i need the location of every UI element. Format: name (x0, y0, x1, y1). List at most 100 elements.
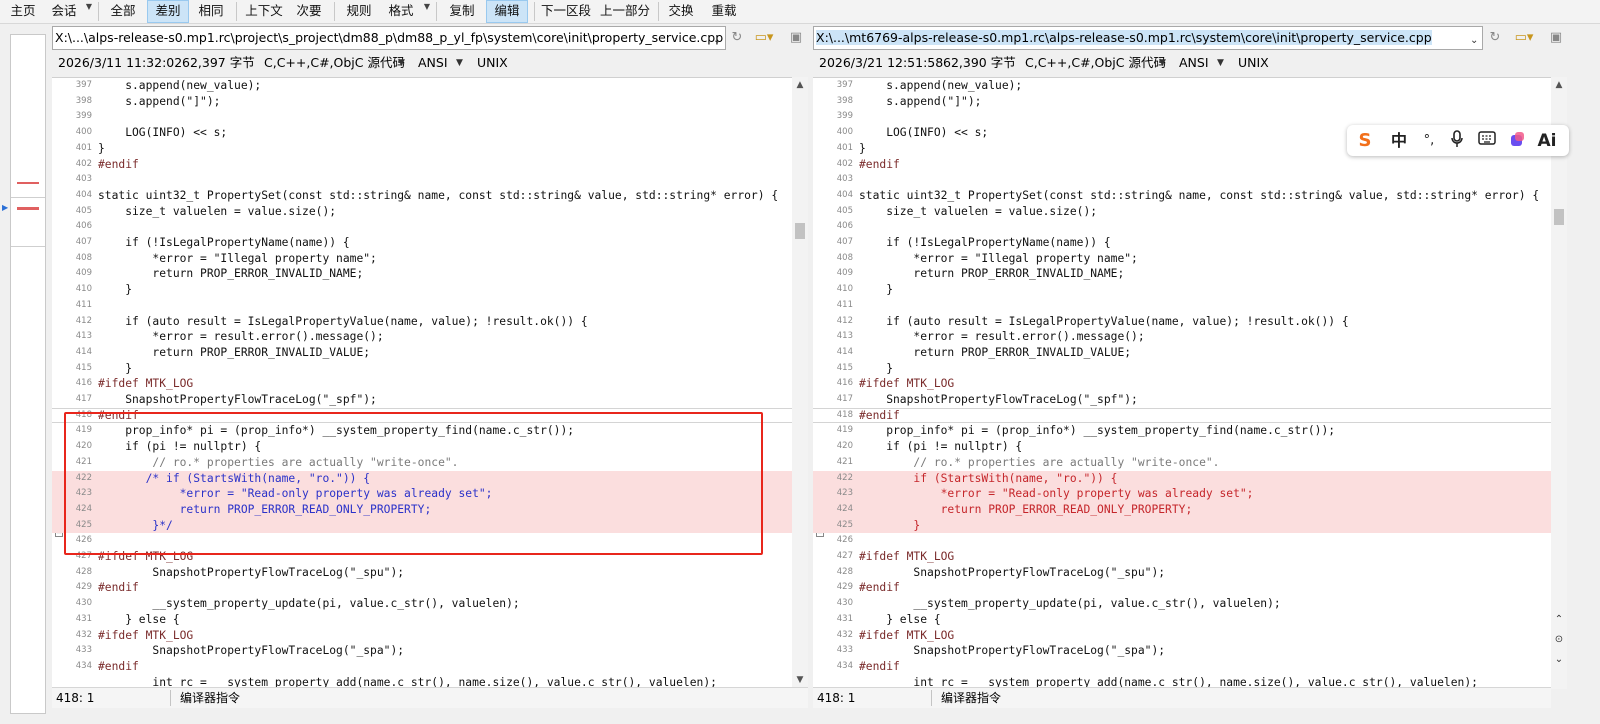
line-text: #endif (98, 157, 139, 171)
line-text: // ro.* properties are actually "write-o… (98, 455, 459, 469)
line-number: 419 (75, 425, 92, 436)
right-save-icon[interactable]: ▣ (1547, 30, 1565, 46)
format-dropdown-icon[interactable]: ▼ (422, 0, 432, 23)
left-save-icon[interactable]: ▣ (787, 30, 805, 46)
line-text: } (859, 283, 894, 297)
code-line: 433 SnapshotPropertyFlowTraceLog("_spa")… (813, 643, 1551, 659)
right-open-folder-icon[interactable]: ▭▾ (1510, 30, 1538, 46)
diffs-button[interactable]: 差别 (147, 0, 189, 23)
code-line: 418 #endif (52, 408, 792, 424)
left-open-folder-icon[interactable]: ▭▾ (750, 30, 778, 46)
line-text: s.append(new_value); (859, 79, 1023, 92)
code-line: 424 return PROP_ERROR_READ_ONLY_PROPERTY… (813, 501, 1551, 518)
copy-button[interactable]: 复制 (442, 0, 482, 23)
left-format-dropdown-icon[interactable]: ▼ (398, 52, 405, 74)
line-text: return PROP_ERROR_INVALID_NAME; (98, 267, 364, 281)
line-number: 413 (75, 331, 92, 342)
line-text: if (auto result = IsLegalPropertyValue(n… (98, 314, 588, 328)
code-line: 427 #ifdef MTK_LOG (813, 549, 1551, 565)
keyboard-icon[interactable] (1475, 130, 1499, 152)
line-number: 398 (836, 95, 853, 106)
right-encoding[interactable]: ANSI (1179, 52, 1209, 74)
left-format[interactable]: C,C++,C#,ObjC 源代码 (264, 52, 405, 74)
code-line: 432 #ifdef MTK_LOG (813, 628, 1551, 644)
reload-button[interactable]: 重载 (704, 0, 744, 23)
left-path-dropdown-icon[interactable]: ⌄ (713, 36, 721, 46)
right-reload-icon[interactable]: ↻ (1486, 30, 1504, 46)
line-number: 409 (836, 268, 853, 279)
code-line: 415 } (52, 361, 792, 377)
code-line: 421 // ro.* properties are actually "wri… (813, 455, 1551, 471)
right-format-dropdown-icon[interactable]: ▼ (1159, 52, 1166, 74)
overview-viewport[interactable] (11, 197, 45, 247)
ime-punctuation[interactable]: °, (1417, 130, 1441, 152)
session-dropdown-icon[interactable]: ▼ (84, 0, 94, 23)
zoom-reset-icon[interactable]: ⊙ (1551, 634, 1567, 645)
line-number: 404 (75, 189, 92, 200)
left-vertical-scrollbar[interactable]: ▲ ▼ (792, 77, 808, 689)
code-line: 410 } (52, 282, 792, 298)
code-line: 403 (813, 172, 1551, 188)
line-text: if (auto result = IsLegalPropertyValue(n… (859, 314, 1349, 328)
diff-app: 主页 会话 ▼ 全部 差别 相同 上下文 次要 规则 格式 ▼ 复制 编辑 下一… (0, 0, 1600, 724)
line-number: 434 (75, 660, 92, 671)
right-path-dropdown-icon[interactable]: ⌄ (1470, 36, 1478, 46)
line-text: } else { (859, 612, 941, 626)
line-number: 412 (836, 315, 853, 326)
left-encoding-dropdown-icon[interactable]: ▼ (456, 52, 463, 74)
left-code-view[interactable]: ⇦− 397 s.append(new_value);398 s.append(… (52, 77, 792, 689)
left-encoding[interactable]: ANSI (418, 52, 448, 74)
right-vertical-scrollbar[interactable]: ▲ (1551, 77, 1567, 689)
left-scroll-up-icon[interactable]: ▲ (795, 80, 805, 90)
line-number: 419 (836, 425, 853, 436)
zoom-in-icon[interactable]: ⌃ (1551, 614, 1567, 625)
session-button[interactable]: 会话 (46, 0, 82, 23)
minor-button[interactable]: 次要 (290, 0, 328, 23)
format-button[interactable]: 格式 (382, 0, 420, 23)
left-reload-icon[interactable]: ↻ (728, 30, 746, 46)
line-number: 408 (75, 252, 92, 263)
line-number: 399 (75, 111, 92, 122)
line-text: /* if (StartsWith(name, "ro.")) { (98, 471, 371, 485)
swap-button[interactable]: 交换 (664, 0, 698, 23)
same-button[interactable]: 相同 (192, 0, 230, 23)
right-code-view[interactable]: ⇦− 397 s.append(new_value);398 s.append(… (813, 77, 1551, 689)
code-line: 408 *error = "Illegal property name"; (813, 251, 1551, 267)
right-status-mode: 编译器指令 (941, 691, 1002, 705)
line-number: 401 (75, 142, 92, 153)
zoom-out-icon[interactable]: ⌄ (1551, 654, 1567, 665)
ime-toolbar: S 中 °, Ai (1347, 125, 1569, 156)
code-line: 425 } (813, 517, 1551, 534)
home-button[interactable]: 主页 (4, 0, 42, 23)
code-line: 402 #endif (813, 157, 1551, 173)
line-number: 400 (75, 127, 92, 138)
code-line: 422 if (StartsWith(name, "ro.")) { (813, 470, 1551, 487)
context-button[interactable]: 上下文 (242, 0, 286, 23)
diff-overview[interactable] (10, 34, 46, 714)
next-section-button[interactable]: 下一区段 (538, 0, 594, 23)
line-number: 404 (836, 189, 853, 200)
right-format[interactable]: C,C++,C#,ObjC 源代码 (1025, 52, 1166, 74)
rules-button[interactable]: 规则 (340, 0, 378, 23)
ime-logo-icon[interactable]: S (1353, 130, 1377, 152)
ime-ai-button[interactable]: Ai (1535, 130, 1559, 152)
right-scroll-up-icon[interactable]: ▲ (1554, 80, 1564, 90)
code-line: 432 #ifdef MTK_LOG (52, 628, 792, 644)
left-scroll-thumb[interactable] (795, 223, 805, 239)
prev-part-button[interactable]: 上一部分 (597, 0, 653, 23)
left-scroll-down-icon[interactable]: ▼ (795, 675, 805, 685)
line-text: } (98, 283, 133, 297)
right-scroll-thumb[interactable] (1554, 209, 1564, 225)
right-path-field[interactable]: X:\...\mt6769-alps-release-s0.mp1.rc\alp… (813, 26, 1483, 50)
code-line: 416 #ifdef MTK_LOG (813, 376, 1551, 392)
all-button[interactable]: 全部 (104, 0, 142, 23)
right-encoding-dropdown-icon[interactable]: ▼ (1217, 52, 1224, 74)
edit-button[interactable]: 编辑 (486, 0, 528, 23)
skin-icon[interactable] (1505, 130, 1529, 152)
code-line: 406 (813, 219, 1551, 235)
line-text: size_t valuelen = value.size(); (859, 204, 1098, 218)
mic-icon[interactable] (1445, 130, 1469, 152)
line-number: 405 (836, 205, 853, 216)
ime-chinese-mode[interactable]: 中 (1387, 130, 1411, 152)
left-path-field[interactable]: X:\...\alps-release-s0.mp1.rc\project\s_… (52, 26, 726, 50)
